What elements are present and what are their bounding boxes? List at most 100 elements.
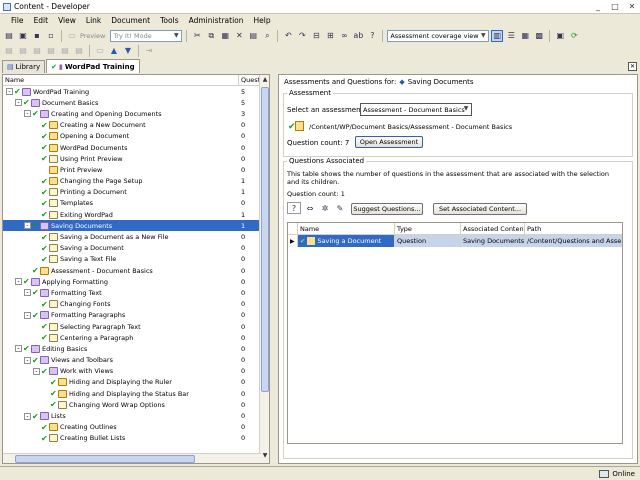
tree-item[interactable]: ✔ Assessment - Document Basics 0: [3, 265, 269, 276]
save-all-icon[interactable]: ▫: [45, 30, 57, 42]
link-icon[interactable]: ▤: [59, 45, 71, 57]
menu-administration[interactable]: Administration: [184, 16, 249, 25]
menu-link[interactable]: Link: [81, 16, 106, 25]
details-view-icon[interactable]: ▦: [519, 30, 531, 42]
suggest-questions-button[interactable]: Suggest Questions...: [351, 203, 423, 215]
move-down-icon[interactable]: ▼: [122, 45, 134, 57]
link-icon[interactable]: ⇔: [304, 202, 316, 214]
undo-icon[interactable]: ↶: [282, 30, 294, 42]
tree-item[interactable]: - ✔ Work with Views 0: [3, 366, 269, 377]
tree-item[interactable]: - ✔ Saving Documents 1: [3, 220, 269, 232]
tree-item[interactable]: ✔ Saving a Text File 0: [3, 254, 269, 265]
grid-view-icon[interactable]: ▩: [533, 30, 545, 42]
unlink-icon[interactable]: ▤: [73, 45, 85, 57]
pane-splitter[interactable]: [272, 74, 276, 464]
collapse-toggle-icon[interactable]: -: [24, 222, 31, 230]
collapse-toggle-icon[interactable]: -: [24, 110, 31, 118]
tree-item[interactable]: - ✔ Lists 0: [3, 410, 269, 421]
collapse-icon[interactable]: ⊟: [310, 30, 322, 42]
collapse-toggle-icon[interactable]: -: [24, 356, 31, 364]
tree-item[interactable]: - ✔ Creating and Opening Documents 3: [3, 108, 269, 119]
cut-icon[interactable]: ✂: [191, 30, 203, 42]
check-in-icon[interactable]: ▤: [3, 45, 15, 57]
settings-icon[interactable]: ✲: [319, 202, 331, 214]
view-select[interactable]: Assessment coverage view ▼: [387, 29, 490, 42]
tree-item[interactable]: ✔ Hiding and Displaying the Ruler 0: [3, 377, 269, 388]
tree-horizontal-scrollbar[interactable]: [3, 453, 261, 463]
column-header-name[interactable]: Name: [3, 75, 239, 85]
tree-item[interactable]: ✔ Creating Bullet Lists 0: [3, 433, 269, 444]
column-header-associated-content[interactable]: Associated Content: [461, 223, 525, 234]
tree-item[interactable]: ✔ Centering a Paragraph 0: [3, 332, 269, 343]
lock-icon[interactable]: ▤: [31, 45, 43, 57]
maximize-button[interactable]: □: [609, 2, 621, 11]
menu-view[interactable]: View: [53, 16, 81, 25]
save-icon[interactable]: ▪: [31, 30, 43, 42]
tree-item[interactable]: ✔ Creating a New Document 0: [3, 120, 269, 131]
collapse-toggle-icon[interactable]: -: [15, 345, 22, 353]
menu-tools[interactable]: Tools: [155, 16, 183, 25]
minimize-button[interactable]: _: [592, 2, 604, 11]
layout-icon[interactable]: ▥: [491, 29, 504, 42]
collapse-toggle-icon[interactable]: -: [24, 289, 31, 297]
move-up-icon[interactable]: ▲: [108, 45, 120, 57]
tree-item[interactable]: ✔ Changing the Page Setup 1: [3, 176, 269, 187]
tree-item[interactable]: ✔ Templates 0: [3, 198, 269, 209]
menu-file[interactable]: File: [6, 16, 29, 25]
scroll-up-icon[interactable]: ▲: [260, 76, 269, 86]
column-header-name[interactable]: Name: [298, 223, 395, 234]
menu-edit[interactable]: Edit: [29, 16, 54, 25]
close-tab-icon[interactable]: ✕: [628, 62, 637, 71]
indent-icon[interactable]: ⇥: [143, 45, 155, 57]
properties-icon[interactable]: ▤: [247, 30, 259, 42]
tree-vertical-scrollbar[interactable]: ▲ ▼: [259, 75, 269, 463]
scroll-thumb[interactable]: [261, 87, 269, 392]
tree-item[interactable]: ✔ Exiting WordPad 1: [3, 209, 269, 220]
tree-item[interactable]: - ✔ Formatting Text 0: [3, 287, 269, 298]
collapse-toggle-icon[interactable]: -: [15, 278, 22, 286]
collapse-toggle-icon[interactable]: -: [33, 367, 40, 375]
check-out-icon[interactable]: ▤: [17, 45, 29, 57]
list-view-icon[interactable]: ☰: [505, 30, 517, 42]
expand-icon[interactable]: ⊞: [324, 30, 336, 42]
tree-item[interactable]: ✔ Changing Word Wrap Options 0: [3, 399, 269, 410]
binoculars-icon[interactable]: ∞: [338, 30, 350, 42]
tree-item[interactable]: Print Preview 0: [3, 164, 269, 175]
collapse-toggle-icon[interactable]: -: [6, 88, 13, 96]
tree-item[interactable]: - ✔ Document Basics 5: [3, 97, 269, 108]
new-folder-icon[interactable]: ▭: [94, 45, 106, 57]
find-icon[interactable]: ⌕: [261, 30, 273, 42]
collapse-toggle-icon[interactable]: -: [15, 99, 22, 107]
delete-icon[interactable]: ✕: [233, 30, 245, 42]
question-help-icon[interactable]: ?: [287, 202, 301, 214]
tree-item[interactable]: ✔ Creating Outlines 0: [3, 422, 269, 433]
menu-help[interactable]: Help: [249, 16, 276, 25]
tree-item[interactable]: ✔ Hiding and Displaying the Status Bar 0: [3, 388, 269, 399]
tree-item[interactable]: ✔ Saving a Document 0: [3, 243, 269, 254]
tab-wordpad-training[interactable]: ✔ ▮ WordPad Training: [46, 59, 140, 73]
tree-item[interactable]: - ✔ Views and Toolbars 0: [3, 355, 269, 366]
tree-item[interactable]: - ✔ WordPad Training 5: [3, 86, 269, 97]
spell-icon[interactable]: ab: [352, 30, 364, 42]
scroll-down-icon[interactable]: ▼: [260, 452, 269, 462]
paste-icon[interactable]: ▦: [219, 30, 231, 42]
redo-icon[interactable]: ↷: [296, 30, 308, 42]
collapse-toggle-icon[interactable]: -: [24, 311, 31, 319]
set-associated-content-button[interactable]: Set Associated Content...: [433, 203, 527, 215]
tab-library[interactable]: ▤ Library: [2, 60, 46, 73]
column-header-questions[interactable]: Questions: [239, 75, 259, 85]
cell-name[interactable]: ✔ Saving a Document: [298, 235, 395, 247]
tree-item[interactable]: ✔ Selecting Paragraph Text 0: [3, 321, 269, 332]
column-header-path[interactable]: Path: [525, 223, 622, 234]
edit-icon[interactable]: ✎: [334, 202, 346, 214]
tree-item[interactable]: ✔ Opening a Document 0: [3, 131, 269, 142]
menu-document[interactable]: Document: [106, 16, 155, 25]
assessment-select[interactable]: Assessment - Document Basics ▼: [360, 103, 472, 116]
preview-icon[interactable]: ▭: [66, 30, 78, 42]
preview-button[interactable]: Preview: [80, 32, 105, 40]
tree-item[interactable]: - ✔ Formatting Paragraphs 0: [3, 310, 269, 321]
table-row[interactable]: ▶ ✔ Saving a Document Question Saving Do…: [288, 235, 622, 247]
history-icon[interactable]: ▤: [45, 45, 57, 57]
help-icon[interactable]: ?: [366, 30, 378, 42]
tree-item[interactable]: - ✔ Editing Basics 0: [3, 343, 269, 354]
